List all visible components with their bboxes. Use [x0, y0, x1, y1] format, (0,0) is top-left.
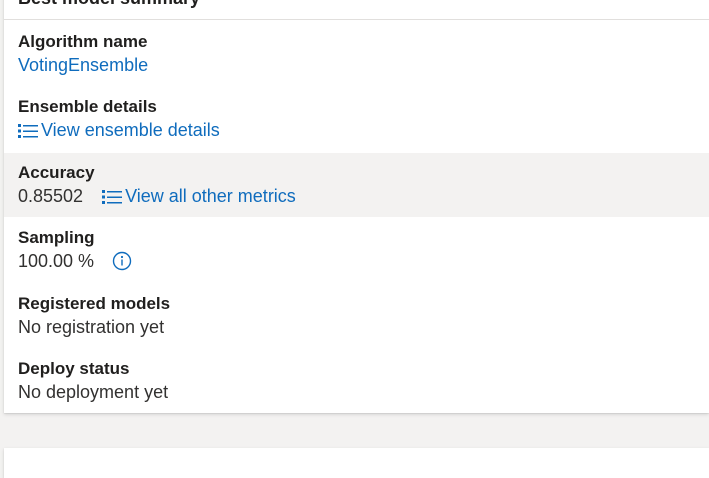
accuracy-field: Accuracy 0.85502 View all other metrics: [4, 153, 709, 217]
list-icon: [102, 189, 123, 204]
deploy-status-label: Deploy status: [18, 359, 130, 378]
registered-models-value: No registration yet: [18, 317, 165, 337]
next-card: [4, 448, 709, 478]
view-ensemble-details-label: View ensemble details: [41, 120, 220, 140]
registered-models-label: Registered models: [18, 294, 171, 313]
card-header: Best model summary: [4, 0, 709, 20]
accuracy-label: Accuracy: [18, 163, 95, 182]
best-model-summary-card: Best model summary Algorithm name Voting…: [4, 0, 709, 413]
ensemble-details-field: Ensemble details View ensemble details: [4, 96, 709, 152]
algorithm-name-label: Algorithm name: [18, 32, 148, 51]
view-all-other-metrics-label: View all other metrics: [125, 186, 296, 206]
sampling-label: Sampling: [18, 228, 95, 247]
ensemble-details-label: Ensemble details: [18, 97, 157, 116]
algorithm-name-field: Algorithm name VotingEnsemble: [4, 31, 709, 87]
view-all-other-metrics-link[interactable]: View all other metrics: [102, 184, 296, 208]
algorithm-name-link[interactable]: VotingEnsemble: [18, 53, 148, 77]
accuracy-value: 0.85502: [18, 186, 84, 206]
list-icon: [18, 123, 38, 138]
sampling-field: Sampling 100.00 %: [4, 227, 709, 283]
deploy-status-field: Deploy status No deployment yet: [4, 358, 709, 414]
card-title: Best model summary: [18, 0, 200, 9]
view-ensemble-details-link[interactable]: View ensemble details: [18, 118, 220, 142]
sampling-value: 100.00 %: [18, 251, 95, 271]
info-icon[interactable]: [112, 251, 132, 271]
deploy-status-value: No deployment yet: [18, 382, 169, 402]
registered-models-field: Registered models No registration yet: [4, 293, 709, 349]
